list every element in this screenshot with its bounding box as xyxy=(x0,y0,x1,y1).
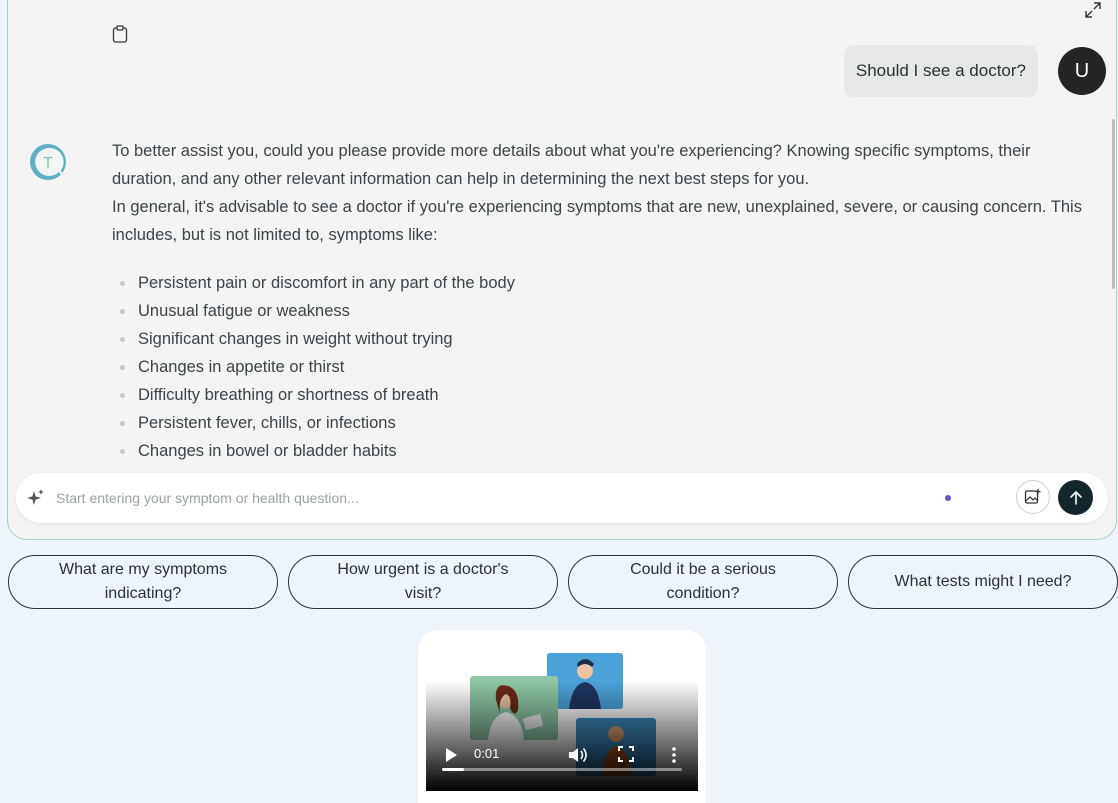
status-dot xyxy=(945,495,951,501)
bot-avatar: T xyxy=(30,144,66,180)
video-progress-bar[interactable] xyxy=(442,768,682,771)
bot-message: To better assist you, could you please p… xyxy=(112,137,1087,465)
bot-avatar-initial: T xyxy=(43,155,53,172)
list-item: Persistent pain or discomfort in any par… xyxy=(120,269,1087,297)
user-message-row: Should I see a doctor? U xyxy=(843,45,1106,97)
user-avatar: U xyxy=(1058,47,1106,95)
volume-icon[interactable] xyxy=(568,746,588,764)
image-add-icon xyxy=(1024,489,1041,504)
video-time: 0:01 xyxy=(474,746,500,761)
user-message-bubble: Should I see a doctor? xyxy=(843,45,1038,97)
scrollbar[interactable] xyxy=(1110,119,1116,289)
play-icon[interactable] xyxy=(444,747,458,763)
suggestion-chip[interactable]: What are my symptoms indicating? xyxy=(8,555,278,609)
video-card: 0:01 xyxy=(418,630,706,803)
list-item: Changes in appetite or thirst xyxy=(120,353,1087,381)
bot-paragraph: To better assist you, could you please p… xyxy=(112,142,1031,188)
list-item: Significant changes in weight without tr… xyxy=(120,325,1087,353)
expand-icon[interactable] xyxy=(1084,1,1102,19)
symptom-input[interactable] xyxy=(56,485,926,511)
video-player[interactable]: 0:01 xyxy=(426,642,698,791)
sparkle-icon xyxy=(27,489,44,505)
chat-panel: Should I see a doctor? U T To better ass… xyxy=(7,0,1117,540)
input-bar xyxy=(16,473,1108,523)
suggestion-chips: What are my symptoms indicating? How urg… xyxy=(8,555,1118,609)
arrow-up-icon xyxy=(1069,490,1082,505)
list-item: Persistent fever, chills, or infections xyxy=(120,409,1087,437)
scrollbar-thumb[interactable] xyxy=(1112,119,1115,289)
video-controls: 0:01 xyxy=(426,742,698,782)
suggestion-chip[interactable]: What tests might I need? xyxy=(848,555,1118,609)
bot-paragraph: In general, it's advisable to see a doct… xyxy=(112,198,1082,244)
send-button[interactable] xyxy=(1058,480,1093,515)
symptom-list: Persistent pain or discomfort in any par… xyxy=(112,269,1087,465)
video-progress-fill xyxy=(442,768,464,771)
fullscreen-icon[interactable] xyxy=(618,746,634,762)
add-image-button[interactable] xyxy=(1016,480,1050,514)
list-item: Changes in bowel or bladder habits xyxy=(120,437,1087,465)
list-item: Unusual fatigue or weakness xyxy=(120,297,1087,325)
suggestion-chip[interactable]: How urgent is a doctor's visit? xyxy=(288,555,558,609)
more-vertical-icon[interactable] xyxy=(670,746,678,764)
clipboard-icon[interactable] xyxy=(112,25,128,43)
list-item: Difficulty breathing or shortness of bre… xyxy=(120,381,1087,409)
suggestion-chip[interactable]: Could it be a serious condition? xyxy=(568,555,838,609)
